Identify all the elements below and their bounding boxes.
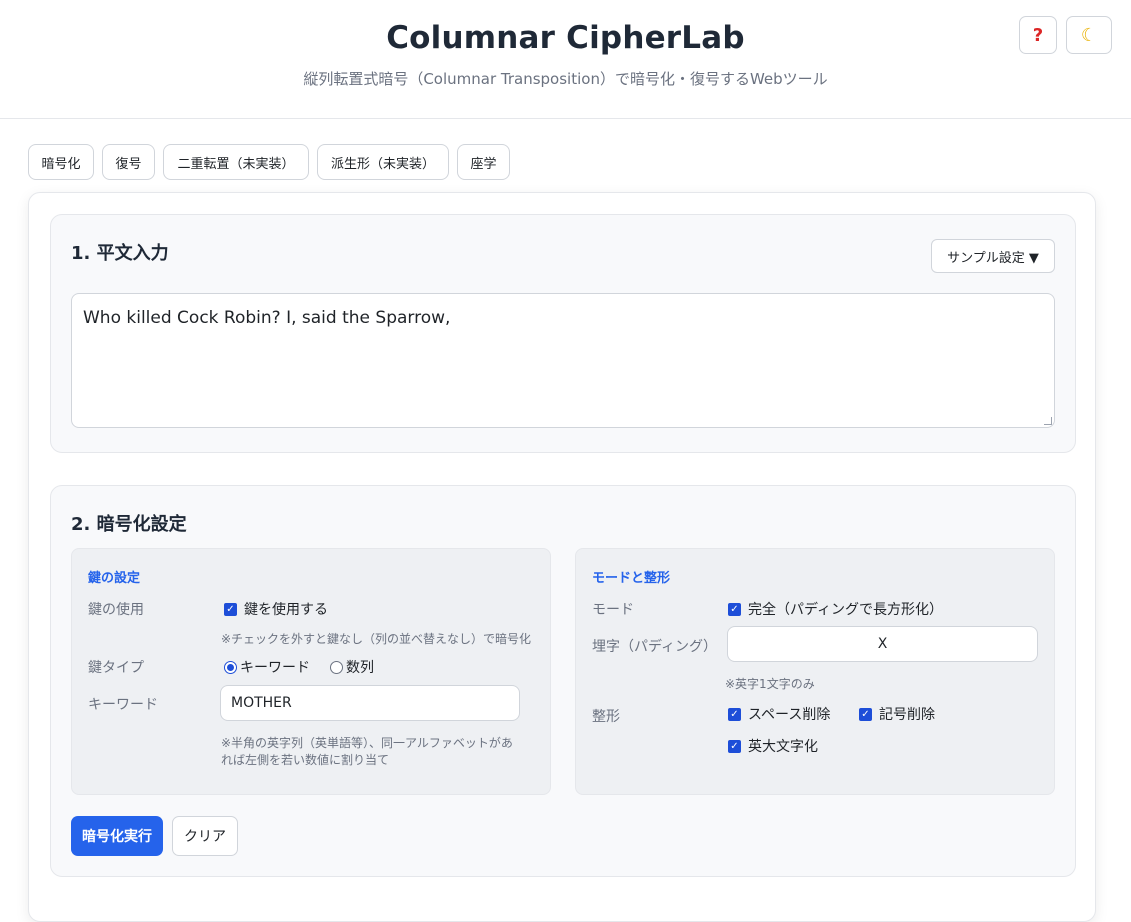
key-type-keyword-label: キーワード bbox=[240, 660, 310, 676]
use-key-label: 鍵の使用 bbox=[88, 602, 144, 618]
radio-selected-icon bbox=[224, 660, 237, 674]
mode-format-panel: モードと整形 モード ✓ 完全（パディングで長方形化） 埋字（パディング） X … bbox=[575, 548, 1055, 795]
panel-title-key: 鍵の設定 bbox=[88, 571, 141, 586]
tab-variants[interactable]: 派生形（未実装） bbox=[317, 144, 449, 180]
padding-input[interactable]: X bbox=[727, 626, 1038, 662]
tab-double-transposition[interactable]: 二重転置（未実装） bbox=[163, 144, 309, 180]
key-type-numeric-label: 数列 bbox=[346, 660, 374, 676]
checkbox-checked-icon: ✓ bbox=[728, 602, 741, 616]
plaintext-input[interactable]: Who killed Cock Robin? I, said the Sparr… bbox=[71, 293, 1055, 428]
app-subtitle: 縦列転置式暗号（Columnar Transposition）で暗号化・復号する… bbox=[303, 70, 828, 88]
tab-encrypt[interactable]: 暗号化 bbox=[28, 144, 94, 180]
panel-title-mode: モードと整形 bbox=[592, 571, 671, 586]
complete-mode-checkbox[interactable]: ✓ 完全（パディングで長方形化） bbox=[728, 599, 943, 619]
checkbox-checked-icon: ✓ bbox=[224, 602, 237, 616]
complete-mode-label: 完全（パディングで長方形化） bbox=[748, 602, 944, 618]
section-title-settings: 2. 暗号化設定 bbox=[71, 514, 187, 535]
uppercase-label: 英大文字化 bbox=[748, 739, 818, 755]
mode-label: モード bbox=[592, 602, 634, 618]
encrypt-card: 1. 平文入力 サンプル設定 ▼ Who killed Cock Robin? … bbox=[28, 192, 1096, 922]
format-label: 整形 bbox=[592, 709, 620, 725]
use-key-note: ※チェックを外すと鍵なし（列の並べ替えなし）で暗号化 bbox=[221, 632, 532, 646]
app-title: Columnar CipherLab bbox=[386, 20, 745, 56]
moon-icon: ☾ bbox=[1080, 24, 1098, 46]
encrypt-run-button[interactable]: 暗号化実行 bbox=[71, 816, 163, 856]
theme-toggle-button[interactable]: ☾ bbox=[1066, 16, 1112, 54]
encryption-settings-section: 2. 暗号化設定 鍵の設定 鍵の使用 ✓ 鍵を使用する ※チェックを外すと鍵なし… bbox=[50, 485, 1076, 877]
keyword-label: キーワード bbox=[88, 697, 158, 713]
padding-label: 埋字（パディング） bbox=[592, 639, 718, 655]
app-header: Columnar CipherLab 縦列転置式暗号（Columnar Tran… bbox=[0, 0, 1131, 119]
padding-note: ※英字1文字のみ bbox=[725, 677, 815, 691]
checkbox-checked-icon: ✓ bbox=[728, 707, 741, 721]
resize-handle-icon[interactable] bbox=[1044, 417, 1052, 425]
checkbox-checked-icon: ✓ bbox=[859, 707, 872, 721]
key-settings-panel: 鍵の設定 鍵の使用 ✓ 鍵を使用する ※チェックを外すと鍵なし（列の並べ替えなし… bbox=[71, 548, 551, 795]
uppercase-checkbox[interactable]: ✓ 英大文字化 bbox=[728, 736, 818, 756]
keyword-note-line-2: れば左側を若い数値に割り当て bbox=[221, 753, 390, 767]
keyword-value: MOTHER bbox=[231, 695, 292, 711]
question-icon: ? bbox=[1032, 24, 1044, 46]
section-title-plaintext: 1. 平文入力 bbox=[71, 243, 169, 264]
remove-spaces-checkbox[interactable]: ✓ スペース削除 bbox=[728, 704, 830, 724]
key-type-radio-keyword[interactable]: キーワード bbox=[224, 657, 310, 677]
padding-value: X bbox=[877, 636, 888, 652]
plaintext-section: 1. 平文入力 サンプル設定 ▼ Who killed Cock Robin? … bbox=[50, 214, 1076, 453]
radio-unselected-icon bbox=[330, 660, 343, 674]
key-type-radio-numeric[interactable]: 数列 bbox=[330, 657, 374, 677]
tab-decrypt[interactable]: 復号 bbox=[102, 144, 155, 180]
keyword-note-line-1: ※半角の英字列（英単語等）、同一アルファベットがあ bbox=[221, 736, 513, 750]
plaintext-value: Who killed Cock Robin? I, said the Sparr… bbox=[83, 308, 451, 328]
use-key-checkbox[interactable]: ✓ 鍵を使用する bbox=[224, 599, 328, 619]
remove-spaces-label: スペース削除 bbox=[748, 707, 831, 723]
checkbox-checked-icon: ✓ bbox=[728, 739, 741, 753]
clear-button[interactable]: クリア bbox=[172, 816, 238, 856]
tab-lecture[interactable]: 座学 bbox=[457, 144, 510, 180]
remove-symbols-checkbox[interactable]: ✓ 記号削除 bbox=[859, 704, 935, 724]
keyword-note: ※半角の英字列（英単語等）、同一アルファベットがあ れば左側を若い数値に割り当て bbox=[221, 735, 513, 769]
sample-settings-button[interactable]: サンプル設定 ▼ bbox=[931, 239, 1055, 273]
remove-symbols-label: 記号削除 bbox=[879, 707, 935, 723]
use-key-checkbox-label: 鍵を使用する bbox=[244, 602, 328, 618]
keyword-input[interactable]: MOTHER bbox=[220, 685, 520, 721]
help-button[interactable]: ? bbox=[1019, 16, 1057, 54]
key-type-label: 鍵タイプ bbox=[88, 660, 144, 676]
